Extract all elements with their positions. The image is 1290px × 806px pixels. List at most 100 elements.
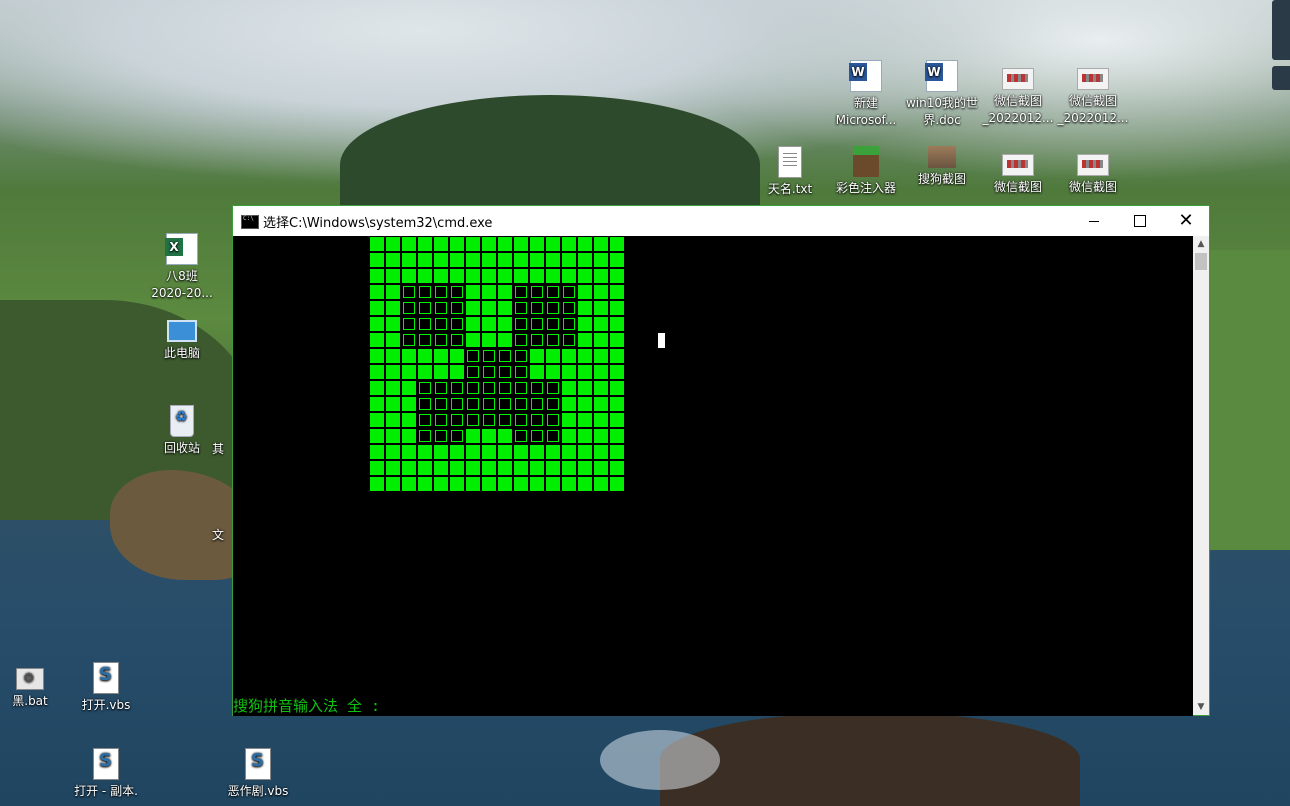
desktop-icon-recycle-bin[interactable]: 回收站: [142, 405, 222, 457]
pixel-filled: [546, 237, 560, 251]
desktop-icon-image2[interactable]: 微信截图 _2022012...: [1053, 60, 1133, 127]
word-doc-icon: [849, 60, 882, 92]
console-output[interactable]: 搜狗拼音输入法 全 :: [233, 236, 1193, 716]
pixel-filled: [594, 301, 608, 315]
pixel-filled: [546, 461, 560, 475]
pixel-filled: [578, 381, 592, 395]
desktop-icon-excel[interactable]: 八8班 2020-20...: [142, 233, 222, 302]
edge-widget-tab[interactable]: [1272, 0, 1290, 60]
minimize-button[interactable]: [1071, 206, 1117, 236]
maximize-button[interactable]: [1117, 206, 1163, 236]
pixel-filled: [370, 429, 384, 443]
pixel-filled: [594, 365, 608, 379]
desktop-icon-injector[interactable]: 彩色注入器: [826, 146, 906, 197]
close-button[interactable]: ✕: [1163, 206, 1209, 236]
pixel-filled: [370, 333, 384, 347]
pixel-filled: [610, 269, 624, 283]
desktop-icon-word-doc[interactable]: win10我的世 界.doc: [902, 60, 982, 129]
edge-widget-tab[interactable]: [1272, 66, 1290, 90]
desktop-icon-sogou[interactable]: 搜狗截图: [902, 146, 982, 188]
pixel-filled: [562, 381, 576, 395]
pixel-filled: [514, 253, 528, 267]
pixel-hollow: [515, 302, 527, 314]
pixel-filled: [498, 333, 512, 347]
pixel-hollow: [499, 350, 511, 362]
vbs-file-icon: [93, 748, 119, 780]
pixel-filled: [482, 253, 496, 267]
image-file-icon: [1077, 68, 1109, 90]
pixel-filled: [530, 237, 544, 251]
pixel-filled: [418, 461, 432, 475]
pixel-hollow: [547, 398, 559, 410]
image-file-icon: [1002, 154, 1034, 176]
pixel-filled: [434, 237, 448, 251]
pixel-hollow: [451, 302, 463, 314]
pixel-hollow: [563, 302, 575, 314]
desktop-icon-label: 打开.vbs: [81, 698, 131, 712]
pixel-hollow: [435, 430, 447, 442]
pixel-hollow: [531, 318, 543, 330]
pixel-filled: [418, 445, 432, 459]
pixel-filled: [402, 349, 416, 363]
pixel-filled: [450, 237, 464, 251]
pixel-filled: [562, 253, 576, 267]
scroll-down-arrow-icon[interactable]: ▼: [1193, 699, 1209, 715]
desktop-icon-label: 微信截图: [993, 180, 1042, 194]
pixel-filled: [466, 253, 480, 267]
pixel-filled: [530, 365, 544, 379]
pixel-filled: [594, 397, 608, 411]
pixel-filled: [578, 333, 592, 347]
pixel-filled: [594, 413, 608, 427]
pixel-filled: [498, 285, 512, 299]
pixel-filled: [578, 477, 592, 491]
pixel-filled: [386, 429, 400, 443]
desktop-icon-vbs-copy[interactable]: 打开 - 副本.: [66, 748, 146, 800]
pixel-hollow: [483, 382, 495, 394]
desktop-icon-vbs-open[interactable]: 打开.vbs: [66, 662, 146, 714]
scroll-up-arrow-icon[interactable]: ▲: [1193, 236, 1209, 252]
desktop-icon-partial-label: 其: [212, 442, 225, 456]
desktop-icon-label: 搜狗截图: [917, 172, 966, 186]
desktop-icon-image3[interactable]: 微信截图: [978, 146, 1058, 196]
pixel-hollow: [435, 318, 447, 330]
desktop-icon-txt[interactable]: 天名.txt: [750, 146, 830, 198]
excel-file-icon: [165, 233, 198, 265]
pixel-hollow: [531, 302, 543, 314]
wallpaper-foam: [600, 730, 720, 790]
pixel-hollow: [419, 334, 431, 346]
pixel-hollow: [531, 334, 543, 346]
title-bar[interactable]: 选择C:\Windows\system32\cmd.exe ✕: [233, 206, 1209, 236]
pixel-hollow: [467, 398, 479, 410]
word-doc-icon: [925, 60, 958, 92]
cmd-app-icon[interactable]: [241, 215, 259, 229]
vertical-scrollbar[interactable]: ▲ ▼: [1193, 236, 1209, 715]
pixel-filled: [418, 477, 432, 491]
pixel-filled: [386, 349, 400, 363]
scroll-thumb[interactable]: [1195, 253, 1207, 270]
pixel-filled: [370, 253, 384, 267]
desktop-icon-bat[interactable]: 黑.bat: [0, 660, 70, 710]
pixel-filled: [530, 477, 544, 491]
desktop-icon-image1[interactable]: 微信截图 _2022012...: [978, 60, 1058, 127]
pixel-filled: [498, 253, 512, 267]
pixel-filled: [386, 253, 400, 267]
cmd-window[interactable]: 选择C:\Windows\system32\cmd.exe ✕ 搜狗拼音输入法 …: [232, 205, 1210, 716]
desktop-icon-this-pc[interactable]: 此电脑: [142, 320, 222, 362]
desktop-icon-image4[interactable]: 微信截图: [1053, 146, 1133, 196]
pixel-filled: [530, 461, 544, 475]
pixel-filled: [578, 365, 592, 379]
pixel-filled: [482, 429, 496, 443]
pixel-hollow: [547, 302, 559, 314]
pixel-filled: [466, 461, 480, 475]
pixel-filled: [594, 333, 608, 347]
wallpaper-fields: [1210, 250, 1290, 550]
pixel-filled: [466, 317, 480, 331]
pixel-filled: [402, 253, 416, 267]
desktop-icon-vbs-prank[interactable]: 恶作剧.vbs: [218, 748, 298, 800]
pixel-filled: [370, 269, 384, 283]
pixel-filled: [466, 301, 480, 315]
desktop-icon-label: 黑.bat: [12, 694, 48, 708]
pixel-filled: [386, 381, 400, 395]
pixel-filled: [466, 445, 480, 459]
desktop-icon-word-new[interactable]: 新建 Microsof...: [826, 60, 906, 129]
